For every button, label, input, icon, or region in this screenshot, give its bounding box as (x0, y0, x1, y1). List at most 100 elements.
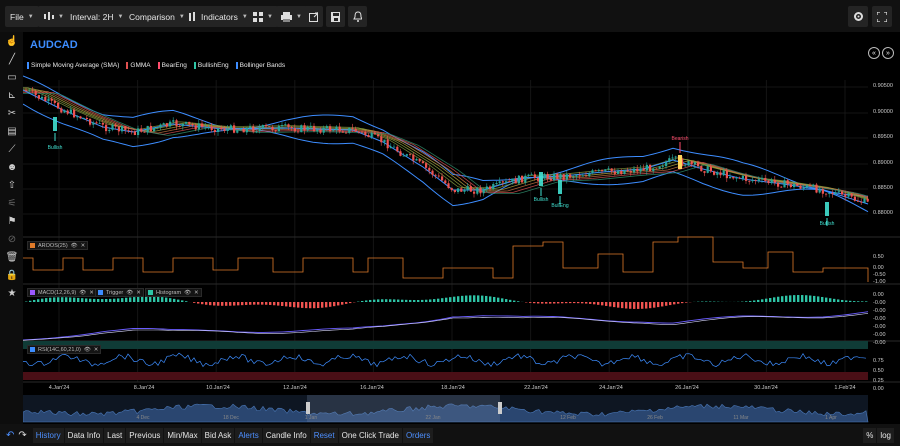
fullscreen-button[interactable] (872, 6, 892, 27)
macd-histogram-bar (581, 302, 584, 304)
candle-body (469, 186, 472, 192)
candle-body (140, 128, 143, 132)
candle-body (149, 125, 152, 132)
candle-body (357, 131, 360, 133)
fibonacci-tool-icon[interactable]: ⊾ (5, 88, 19, 102)
reset-button[interactable]: Reset (310, 427, 338, 443)
redo-icon[interactable]: ↷ (18, 430, 26, 441)
line-tool-icon[interactable]: ╱ (5, 52, 19, 66)
percent-scale-button[interactable]: % (863, 427, 877, 443)
histogram-indicator-label[interactable]: Histogram 👁 ✕ (145, 288, 202, 297)
eye-icon[interactable]: 👁 (84, 347, 91, 353)
file-menu-button[interactable]: File ▼ (5, 6, 39, 27)
minmax-button[interactable]: Min/Max (164, 427, 201, 443)
trigger-indicator-label[interactable]: Trigger 👁 ✕ (95, 288, 144, 297)
layout-button[interactable]: ▼ (248, 6, 278, 27)
macd-histogram-bar (233, 302, 236, 306)
popout-button[interactable] (304, 6, 323, 27)
log-scale-button[interactable]: log (877, 427, 894, 443)
eye-icon[interactable]: 👁 (71, 243, 78, 249)
candle-body (597, 169, 600, 171)
macd-histogram-bar (153, 296, 156, 302)
candle-body (668, 158, 671, 163)
arrow-up-tool-icon[interactable]: ⇧ (5, 178, 19, 192)
undo-icon[interactable]: ↶ (6, 430, 14, 441)
eye-icon[interactable]: 👁 (126, 290, 133, 296)
candle-body (114, 124, 117, 127)
comparison-button[interactable]: Comparison ▼ (124, 6, 190, 27)
macd-tick: 0.00 (873, 292, 884, 298)
eye-icon[interactable]: 👁 (79, 290, 86, 296)
close-icon[interactable]: ✕ (89, 290, 94, 296)
history-button[interactable]: History (32, 427, 64, 443)
macd-histogram-bar (317, 302, 320, 309)
settings-button[interactable] (848, 6, 868, 27)
bullish-engulfing-marker (825, 202, 829, 216)
eye-icon[interactable]: 👁 (184, 290, 191, 296)
trend-angle-tool-icon[interactable]: ⟋ (5, 142, 19, 156)
magnet-tool-icon[interactable]: ⊘ (5, 232, 19, 246)
candle-body (188, 121, 191, 124)
close-icon[interactable]: ✕ (194, 290, 199, 296)
pointer-tool-icon[interactable]: ☝ (5, 34, 19, 48)
candle-body (809, 185, 812, 187)
macd-histogram-bar (745, 301, 748, 302)
candle-body (665, 162, 668, 167)
close-icon[interactable]: ✕ (81, 243, 86, 249)
candle-body (729, 176, 732, 179)
orders-button[interactable]: Orders (402, 427, 434, 443)
candle-body (716, 172, 719, 175)
macd-histogram-bar (473, 295, 476, 302)
interval-button[interactable]: Interval: 2H ▼ (65, 6, 129, 27)
measure-tool-icon[interactable]: ▤ (5, 124, 19, 138)
star-icon[interactable]: ★ (5, 286, 19, 300)
print-button[interactable]: ▼ (276, 6, 307, 27)
candle-body (562, 174, 565, 180)
candle-body (511, 178, 514, 182)
alerts-button[interactable]: Alerts (235, 427, 262, 443)
candle-info-button[interactable]: Candle Info (262, 427, 310, 443)
bid-ask-button[interactable]: Bid Ask (201, 427, 235, 443)
indicators-button[interactable]: Indicators ▼ (184, 6, 253, 27)
aroon-indicator-label[interactable]: AROOS(25) 👁 ✕ (27, 241, 89, 250)
macd-trigger-line (23, 313, 869, 341)
chart-area[interactable]: AUDCAD Simple Moving Average (SMA) GMMA … (23, 32, 900, 424)
candle-body (450, 187, 453, 190)
trash-icon[interactable]: 🗑 (5, 250, 19, 264)
candle-body (565, 174, 568, 180)
emoji-tool-icon[interactable]: ☻ (5, 160, 19, 174)
time-tick: 18.Jan'24 (441, 385, 465, 391)
candle-body (437, 175, 440, 177)
macd-histogram-bar (781, 296, 784, 302)
rectangle-tool-icon[interactable]: ▭ (5, 70, 19, 84)
previous-button[interactable]: Previous (126, 427, 164, 443)
last-button[interactable]: Last (104, 427, 126, 443)
macd-histogram-bar (373, 299, 376, 302)
close-icon[interactable]: ✕ (94, 347, 99, 353)
candle-body (617, 170, 620, 174)
alert-bell-button[interactable] (348, 6, 367, 27)
candle-body (47, 98, 50, 102)
rsi-indicator-label[interactable]: RSI(14C,60,21,0) 👁 ✕ (27, 345, 102, 354)
macd-histogram-bar (685, 302, 688, 303)
pattern-label: Bearish (672, 136, 689, 142)
lock-icon[interactable]: 🔒 (5, 268, 19, 282)
macd-tick: -0.00 (873, 300, 886, 306)
pattern-tool-icon[interactable]: ⚟ (5, 196, 19, 210)
scissors-tool-icon[interactable]: ✂ (5, 106, 19, 120)
macd-histogram-bar (761, 299, 764, 302)
one-click-trade-button[interactable]: One Click Trade (338, 427, 402, 443)
data-info-button[interactable]: Data Info (64, 427, 104, 443)
sma-line (23, 89, 869, 205)
candle-body (639, 168, 642, 172)
candle-body (425, 163, 428, 168)
close-icon[interactable]: ✕ (136, 290, 141, 296)
save-button[interactable] (326, 6, 345, 27)
macd-indicator-label[interactable]: MACD(12,26,9) 👁 ✕ (27, 288, 97, 297)
macd-histogram-bar (749, 300, 752, 302)
aroon-tick: -0.50 (873, 272, 886, 278)
time-tick: 24.Jan'24 (599, 385, 623, 391)
flag-tool-icon[interactable]: ⚑ (5, 214, 19, 228)
candle-body (85, 117, 88, 119)
macd-histogram-bar (593, 302, 596, 305)
